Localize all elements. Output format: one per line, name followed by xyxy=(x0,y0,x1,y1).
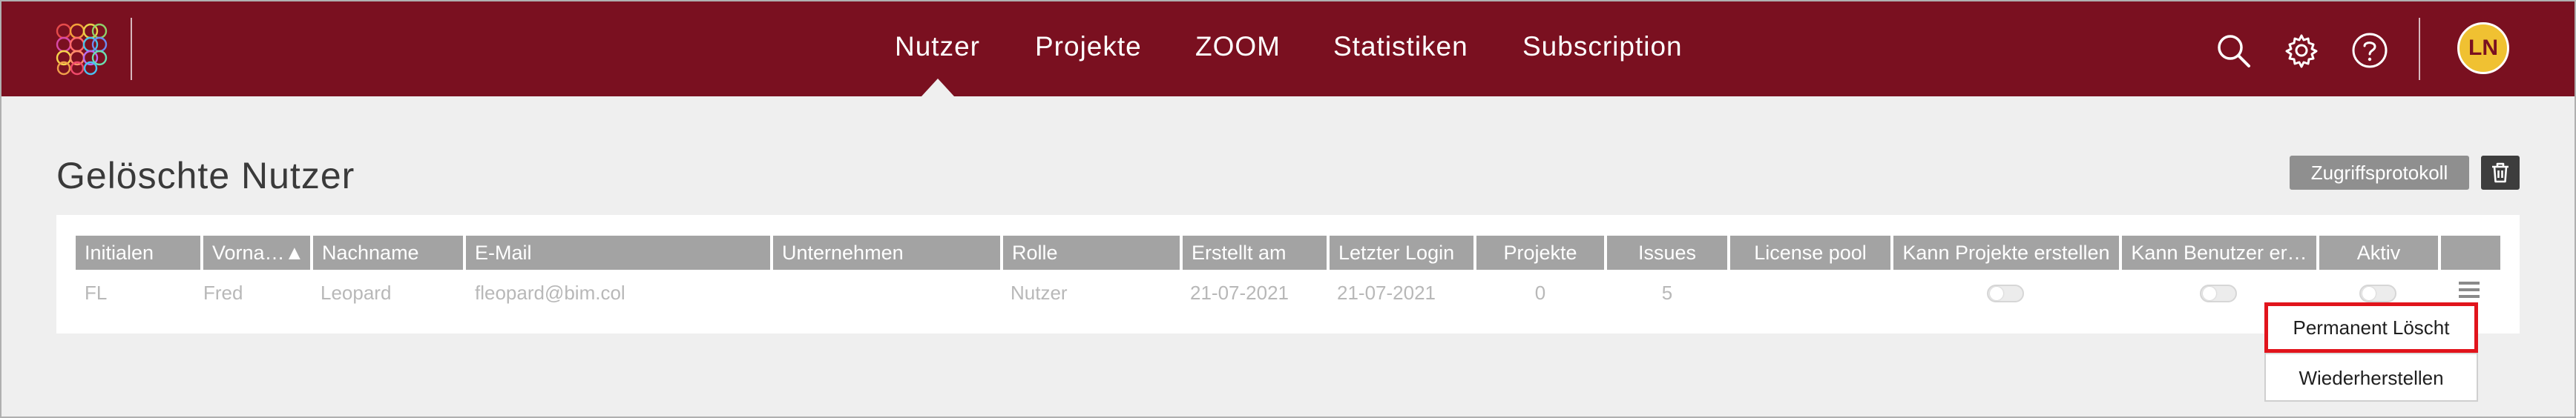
column-header-unternehmen[interactable]: Unternehmen xyxy=(773,236,1000,270)
column-header-projekte[interactable]: Projekte xyxy=(1476,236,1604,270)
cell-initials: FL xyxy=(85,281,108,304)
cell-role: Nutzer xyxy=(1011,281,1068,304)
column-header-vorname[interactable]: Vorna…▲ xyxy=(203,236,310,270)
top-navigation-bar: Nutzer Projekte ZOOM Statistiken Subscri… xyxy=(1,1,2575,96)
menu-item-permanent-delete[interactable]: Permanent Löscht xyxy=(2264,302,2478,353)
main-nav: Nutzer Projekte ZOOM Statistiken Subscri… xyxy=(1,1,2575,96)
cell-company xyxy=(781,280,996,305)
cell-email: fleopard@bim.col xyxy=(475,281,625,304)
menu-item-restore[interactable]: Wiederherstellen xyxy=(2266,354,2477,402)
toggle-active[interactable] xyxy=(2359,285,2396,302)
column-header-rolle[interactable]: Rolle xyxy=(1003,236,1180,270)
menu-line xyxy=(2459,282,2480,285)
column-header-email[interactable]: E-Mail xyxy=(466,236,770,270)
column-header-letzter-login[interactable]: Letzter Login xyxy=(1330,236,1473,270)
cell-last-name: Leopard xyxy=(321,281,392,304)
nav-item-zoom[interactable]: ZOOM xyxy=(1195,31,1281,62)
nav-item-statistiken[interactable]: Statistiken xyxy=(1333,31,1468,62)
menu-line xyxy=(2459,295,2480,298)
cell-first-name: Fred xyxy=(203,281,243,304)
nav-item-projekte[interactable]: Projekte xyxy=(1035,31,1142,62)
header-divider xyxy=(2419,18,2420,80)
gear-icon[interactable] xyxy=(2281,30,2322,71)
cell-created: 21-07-2021 xyxy=(1190,281,1289,304)
search-icon[interactable] xyxy=(2212,30,2254,71)
cell-issues: 5 xyxy=(1661,281,1673,304)
cell-license-pool xyxy=(1730,280,1890,305)
cell-last-login: 21-07-2021 xyxy=(1337,281,1436,304)
active-nav-indicator xyxy=(921,79,954,96)
row-menu-icon[interactable] xyxy=(2459,282,2480,301)
column-header-license-pool[interactable]: License pool xyxy=(1730,236,1890,270)
column-header-issues[interactable]: Issues xyxy=(1607,236,1727,270)
menu-line xyxy=(2459,288,2480,291)
toggle-can-create-projects[interactable] xyxy=(1987,285,2024,302)
trash-button[interactable] xyxy=(2481,156,2520,190)
column-header-initialen[interactable]: Initialen xyxy=(76,236,200,270)
toggle-can-create-users[interactable] xyxy=(2200,285,2237,302)
trash-icon xyxy=(2492,162,2508,183)
column-header-aktiv[interactable]: Aktiv xyxy=(2319,236,2438,270)
nav-item-nutzer[interactable]: Nutzer xyxy=(895,31,980,62)
app-window: Nutzer Projekte ZOOM Statistiken Subscri… xyxy=(0,0,2576,418)
nav-item-subscription[interactable]: Subscription xyxy=(1522,31,1683,62)
column-header-nachname[interactable]: Nachname xyxy=(313,236,463,270)
user-avatar[interactable]: LN xyxy=(2457,22,2509,74)
column-header-erstellt-am[interactable]: Erstellt am xyxy=(1183,236,1327,270)
page-title: Gelöschte Nutzer xyxy=(56,155,355,196)
row-actions-menu: Permanent Löscht Wiederherstellen xyxy=(2264,302,2478,402)
column-header-kann-benutzer-erstellen[interactable]: Kann Benutzer er… xyxy=(2122,236,2316,270)
access-log-button[interactable]: Zugriffsprotokoll xyxy=(2290,156,2469,190)
column-header-actions xyxy=(2441,236,2500,270)
column-header-kann-projekte-erstellen[interactable]: Kann Projekte erstellen xyxy=(1893,236,2119,270)
cell-projects: 0 xyxy=(1534,281,1546,304)
help-icon[interactable] xyxy=(2349,30,2391,71)
deleted-users-table-card xyxy=(56,215,2520,334)
